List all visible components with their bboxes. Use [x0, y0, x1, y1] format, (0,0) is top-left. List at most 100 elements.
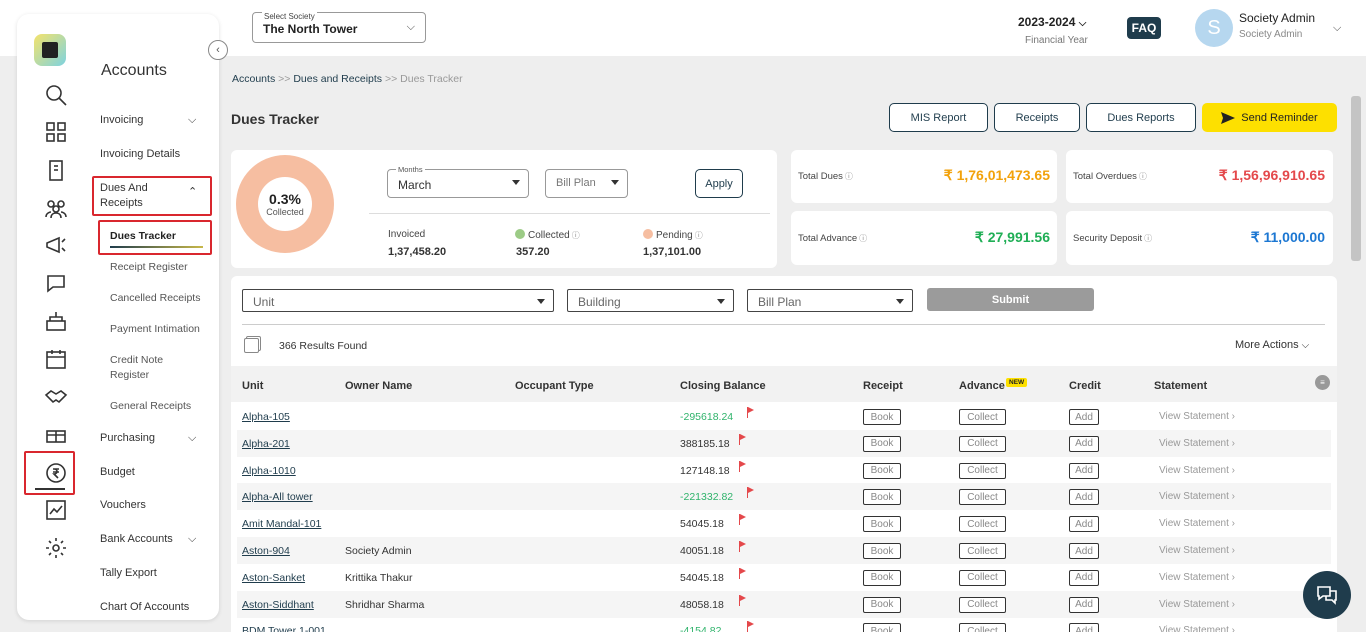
collect-advance-button[interactable]: Collect	[959, 596, 1006, 613]
more-actions-dropdown[interactable]: More Actions ⌵	[1235, 339, 1309, 351]
gear-icon[interactable]	[41, 533, 71, 563]
view-statement-link[interactable]: View Statement ›	[1159, 599, 1235, 610]
bill-plan-select[interactable]: Bill Plan	[545, 169, 628, 198]
submenu-receipt-register[interactable]: Receipt Register	[110, 260, 215, 275]
user-menu-chevron-icon[interactable]: ⌵	[1333, 22, 1341, 35]
add-credit-button[interactable]: Add	[1069, 409, 1099, 425]
add-credit-button[interactable]: Add	[1069, 489, 1099, 506]
add-credit-button[interactable]: Add	[1069, 623, 1099, 632]
gift-icon[interactable]	[41, 419, 71, 449]
menu-bank-accounts[interactable]: Bank Accounts ⌵	[100, 533, 196, 545]
unit-link[interactable]: Alpha-All tower	[242, 491, 313, 503]
collect-advance-button[interactable]: Collect	[959, 516, 1006, 533]
breadcrumb-dues-and-receipts[interactable]: Dues and Receipts	[293, 73, 382, 85]
amenity-icon[interactable]	[41, 306, 71, 336]
add-credit-button[interactable]: Add	[1069, 596, 1099, 613]
dues-reports-button[interactable]: Dues Reports	[1086, 103, 1196, 132]
breadcrumb-accounts[interactable]: Accounts	[232, 73, 275, 85]
view-statement-link[interactable]: View Statement ›	[1159, 411, 1235, 422]
unit-filter[interactable]: Unit	[242, 289, 554, 312]
receipts-button[interactable]: Receipts	[994, 103, 1080, 132]
add-credit-button[interactable]: Add	[1069, 543, 1099, 559]
support-chat-button[interactable]	[1303, 571, 1351, 619]
view-statement-link[interactable]: View Statement ›	[1159, 518, 1235, 529]
avatar[interactable]: S	[1195, 9, 1233, 47]
unit-link[interactable]: Aston-904	[242, 545, 290, 557]
faq-button[interactable]: FAQ	[1127, 17, 1161, 39]
submenu-cancelled-receipts[interactable]: Cancelled Receipts	[110, 291, 215, 306]
building-icon[interactable]	[41, 155, 71, 185]
collect-advance-button[interactable]: Collect	[959, 435, 1006, 452]
flag-icon[interactable]	[739, 541, 747, 552]
unit-link[interactable]: Alpha-201	[242, 438, 290, 450]
view-statement-link[interactable]: View Statement ›	[1159, 625, 1235, 632]
collect-advance-button[interactable]: Collect	[959, 569, 1006, 586]
mis-report-button[interactable]: MIS Report	[889, 103, 988, 132]
book-receipt-button[interactable]: Book	[863, 489, 901, 506]
building-filter[interactable]: Building	[567, 289, 734, 312]
unit-link[interactable]: Aston-Siddhant	[242, 599, 314, 611]
unit-link[interactable]: BDM Tower 1-001	[242, 625, 326, 632]
book-receipt-button[interactable]: Book	[863, 543, 901, 559]
menu-invoicing-details[interactable]: Invoicing Details	[100, 148, 180, 160]
flag-icon[interactable]	[739, 594, 747, 606]
view-statement-link[interactable]: View Statement ›	[1159, 545, 1235, 556]
months-select[interactable]: Months March	[387, 165, 529, 198]
unit-link[interactable]: Amit Mandal-101	[242, 518, 321, 530]
submenu-payment-intimation[interactable]: Payment Intimation	[110, 322, 215, 337]
collect-advance-button[interactable]: Collect	[959, 543, 1006, 559]
submenu-credit-note-register[interactable]: Credit Note Register	[110, 353, 180, 383]
book-receipt-button[interactable]: Book	[863, 596, 901, 613]
unit-link[interactable]: Alpha-1010	[242, 465, 296, 477]
book-receipt-button[interactable]: Book	[863, 623, 901, 632]
book-receipt-button[interactable]: Book	[863, 435, 901, 452]
select-all-checkbox[interactable]	[244, 338, 259, 353]
app-logo-icon[interactable]	[34, 34, 66, 66]
send-reminder-button[interactable]: Send Reminder	[1202, 103, 1337, 132]
report-icon[interactable]	[41, 495, 71, 525]
collect-advance-button[interactable]: Collect	[959, 409, 1006, 425]
page-scrollbar[interactable]	[1351, 96, 1361, 261]
column-settings-icon[interactable]: ≡	[1315, 375, 1330, 390]
flag-icon[interactable]	[739, 460, 747, 472]
menu-vouchers[interactable]: Vouchers	[100, 499, 146, 511]
menu-budget[interactable]: Budget	[100, 466, 135, 478]
flag-icon[interactable]	[739, 514, 747, 526]
bill-plan-filter[interactable]: Bill Plan	[747, 289, 913, 312]
apply-button[interactable]: Apply	[695, 169, 743, 198]
collect-advance-button[interactable]: Collect	[959, 489, 1006, 506]
financial-year-select[interactable]: 2023-2024 ⌵	[1018, 15, 1086, 29]
add-credit-button[interactable]: Add	[1069, 569, 1099, 586]
menu-chart-of-accounts[interactable]: Chart Of Accounts	[100, 601, 189, 613]
submenu-general-receipts[interactable]: General Receipts	[110, 399, 215, 414]
unit-link[interactable]: Alpha-105	[242, 411, 290, 423]
menu-tally-export[interactable]: Tally Export	[100, 567, 157, 579]
add-credit-button[interactable]: Add	[1069, 462, 1099, 479]
flag-icon[interactable]	[747, 621, 755, 632]
collapse-sidebar-icon[interactable]: ‹	[208, 40, 228, 60]
calendar-icon[interactable]	[41, 344, 71, 374]
book-receipt-button[interactable]: Book	[863, 516, 901, 533]
search-icon[interactable]	[41, 80, 71, 110]
flag-icon[interactable]	[747, 487, 755, 499]
megaphone-icon[interactable]	[41, 230, 71, 260]
unit-link[interactable]: Aston-Sanket	[242, 572, 305, 584]
menu-purchasing[interactable]: Purchasing ⌵	[100, 432, 196, 444]
flag-icon[interactable]	[739, 567, 747, 579]
flag-icon[interactable]	[739, 433, 747, 445]
add-credit-button[interactable]: Add	[1069, 516, 1099, 533]
people-icon[interactable]	[41, 193, 71, 223]
view-statement-link[interactable]: View Statement ›	[1159, 572, 1235, 583]
view-statement-link[interactable]: View Statement ›	[1159, 491, 1235, 502]
dashboard-icon[interactable]	[41, 117, 71, 147]
menu-invoicing[interactable]: Invoicing ⌵	[100, 114, 196, 126]
collect-advance-button[interactable]: Collect	[959, 623, 1006, 632]
add-credit-button[interactable]: Add	[1069, 435, 1099, 452]
book-receipt-button[interactable]: Book	[863, 409, 901, 425]
view-statement-link[interactable]: View Statement ›	[1159, 438, 1235, 449]
chat-icon[interactable]	[41, 268, 71, 298]
flag-icon[interactable]	[747, 407, 755, 418]
view-statement-link[interactable]: View Statement ›	[1159, 465, 1235, 476]
society-select[interactable]: Select Society The North Tower ⌵	[252, 12, 426, 43]
book-receipt-button[interactable]: Book	[863, 462, 901, 479]
